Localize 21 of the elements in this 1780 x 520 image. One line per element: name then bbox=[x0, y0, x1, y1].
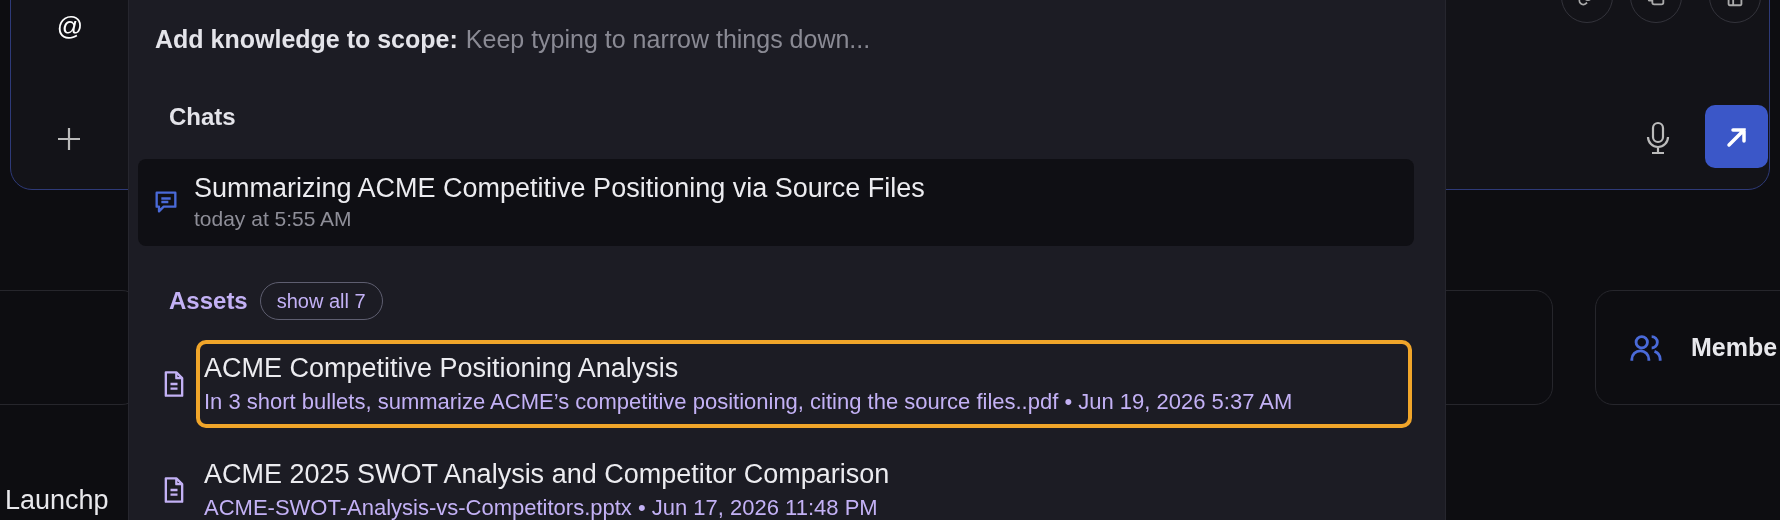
asset-details: ACME-SWOT-Analysis-vs-Competitors.pptx • Jun 17, 2026 11:48 PM bbox=[204, 493, 879, 520]
members-label: Membe bbox=[1691, 331, 1778, 363]
launchpad-label: Launchp bbox=[5, 484, 109, 516]
asset-details: In 3 short bullets, summarize ACME’s competitive positioning, citing the source files..pdf • Jun 19, 2026 5:37 AM bbox=[204, 387, 1294, 416]
section-heading: Chats bbox=[169, 101, 237, 132]
chat-item[interactable]: Summarizing ACME Competitive Positioning via Source Files today at 5:55 AM bbox=[138, 158, 1414, 246]
asset-item[interactable]: ACME Competitive Positioning Analysis In 3 short bullets, summarize ACME’s competitive positioning, citing the source files..pdf • Jun 19, 2026 5:37 AM bbox=[196, 339, 1412, 428]
document-icon bbox=[162, 475, 186, 504]
chat-title: Summarizing ACME Competitive Positioning via Source Files bbox=[194, 172, 925, 205]
document-icon bbox=[162, 369, 186, 398]
asset-title: ACME 2025 SWOT Analysis and Competitor Comparison bbox=[204, 457, 891, 491]
scope-label: Add knowledge to scope: bbox=[155, 24, 458, 55]
search-field[interactable]: Keep typing to narrow things down... bbox=[465, 21, 1413, 59]
section-heading: Assets bbox=[169, 285, 248, 316]
add-icon[interactable] bbox=[56, 126, 82, 152]
asset-title: ACME Competitive Positioning Analysis bbox=[204, 351, 680, 385]
mention-symbol[interactable]: @ bbox=[56, 13, 84, 39]
members-card[interactable]: Membe bbox=[1595, 290, 1780, 405]
asset-item[interactable]: ACME 2025 SWOT Analysis and Competitor Comparison ACME-SWOT-Analysis-vs-Competitors.pptx • Jun 17, 2026 11:48 PM bbox=[196, 445, 1412, 520]
chat-time: today at 5:55 AM bbox=[194, 206, 353, 232]
send-button[interactable] bbox=[1705, 105, 1768, 168]
